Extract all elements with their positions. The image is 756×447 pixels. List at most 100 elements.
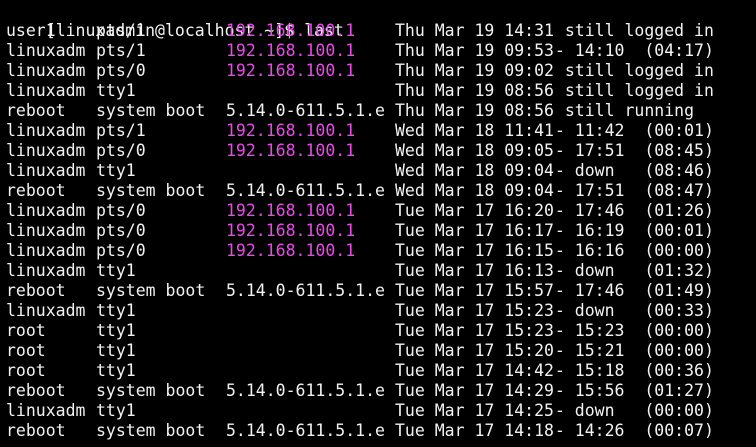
- row-period: - 17:51 (08:47): [545, 181, 714, 200]
- table-row: user1 pts/1 192.168.100.1 Thu Mar 19 14:31 …: [6, 21, 756, 41]
- table-row: linuxadm tty1 Wed Mar 18 09:04 - down (08:…: [6, 161, 756, 181]
- row-date: Thu Mar 19 08:56: [395, 81, 554, 100]
- row-period: - down (00:00): [545, 401, 714, 420]
- row-date: Tue Mar 17 14:18: [395, 421, 554, 440]
- table-row: linuxadm tty1 Tue Mar 17 14:25 - down (00:…: [6, 401, 756, 421]
- row-user: linuxadm: [6, 41, 86, 60]
- row-user: linuxadm: [6, 221, 86, 240]
- row-user: reboot: [6, 101, 66, 120]
- row-tty: tty1: [96, 401, 136, 420]
- row-host: 192.168.100.1: [226, 61, 356, 80]
- row-period: - 16:16 (00:00): [545, 241, 714, 260]
- table-row: linuxadm pts/0 192.168.100.1 Wed Mar 18 09:…: [6, 141, 756, 161]
- table-row: root tty1 Tue Mar 17 14:42 - 15:18 (00:36): [6, 361, 756, 381]
- row-date: Thu Mar 19 09:02: [395, 61, 554, 80]
- terminal-window[interactable]: [linuxadmin@localhost ~]$ last user1 pts/…: [0, 0, 756, 447]
- command-prompt-line: [linuxadmin@localhost ~]$ last: [6, 1, 344, 40]
- row-user: root: [6, 341, 46, 360]
- row-tty: tty1: [96, 301, 136, 320]
- row-user: linuxadm: [6, 161, 86, 180]
- row-tty: system boot: [96, 281, 206, 300]
- row-host: 5.14.0-611.5.1.e: [226, 101, 385, 120]
- row-period: - 15:18 (00:36): [545, 361, 714, 380]
- row-user: reboot: [6, 281, 66, 300]
- row-host: 192.168.100.1: [226, 201, 356, 220]
- row-user: linuxadm: [6, 201, 86, 220]
- row-period: - 17:51 (08:45): [545, 141, 714, 160]
- row-host: 5.14.0-611.5.1.e: [226, 421, 385, 440]
- row-user: linuxadm: [6, 81, 86, 100]
- table-row: reboot system boot 5.14.0-611.5.1.e Wed Mar…: [6, 181, 756, 201]
- row-tty: pts/0: [96, 141, 146, 160]
- table-row: linuxadm pts/0 192.168.100.1 Tue Mar 17 16:…: [6, 221, 756, 241]
- row-user: reboot: [6, 181, 66, 200]
- row-period: - down (01:32): [545, 261, 714, 280]
- table-row: linuxadm tty1 Tue Mar 17 16:13 - down (01:…: [6, 261, 756, 281]
- row-date: Tue Mar 17 15:57: [395, 281, 554, 300]
- row-date: Tue Mar 17 15:23: [395, 301, 554, 320]
- row-tty: tty1: [96, 161, 136, 180]
- row-host: 192.168.100.1: [226, 241, 356, 260]
- row-tty: tty1: [96, 81, 136, 100]
- table-row: linuxadm pts/0 192.168.100.1 Tue Mar 17 16:…: [6, 241, 756, 261]
- row-tty: pts/0: [96, 241, 146, 260]
- row-host: 192.168.100.1: [226, 141, 356, 160]
- row-date: Wed Mar 18 09:04: [395, 181, 554, 200]
- row-user: linuxadm: [6, 61, 86, 80]
- row-period: still logged in: [545, 61, 714, 80]
- row-period: - 14:26 (00:07): [545, 421, 714, 440]
- row-period: - 15:56 (01:27): [545, 381, 714, 400]
- row-date: Tue Mar 17 16:13: [395, 261, 554, 280]
- table-row: reboot system boot 5.14.0-611.5.1.e Tue Mar…: [6, 381, 756, 401]
- row-host: 192.168.100.1: [226, 41, 356, 60]
- row-tty: pts/0: [96, 61, 146, 80]
- row-tty: tty1: [96, 321, 136, 340]
- row-user: user1: [6, 21, 56, 40]
- row-tty: tty1: [96, 341, 136, 360]
- row-date: Tue Mar 17 14:25: [395, 401, 554, 420]
- row-period: - down (08:46): [545, 161, 714, 180]
- row-period: still running: [545, 101, 695, 120]
- table-row: reboot system boot 5.14.0-611.5.1.e Thu Mar…: [6, 101, 756, 121]
- row-period: - 17:46 (01:26): [545, 201, 714, 220]
- table-row: reboot system boot 5.14.0-611.5.1.e Tue Mar…: [6, 281, 756, 301]
- row-tty: system boot: [96, 421, 206, 440]
- table-row: linuxadm tty1 Thu Mar 19 08:56 still logge…: [6, 81, 756, 101]
- table-row: linuxadm pts/1 192.168.100.1 Wed Mar 18 11:…: [6, 121, 756, 141]
- row-user: linuxadm: [6, 241, 86, 260]
- row-user: reboot: [6, 381, 66, 400]
- row-tty: system boot: [96, 381, 206, 400]
- row-date: Wed Mar 18 09:05: [395, 141, 554, 160]
- row-tty: tty1: [96, 361, 136, 380]
- row-period: - 15:21 (00:00): [545, 341, 714, 360]
- row-host: 5.14.0-611.5.1.e: [226, 181, 385, 200]
- row-host: 192.168.100.1: [226, 21, 356, 40]
- row-period: still logged in: [545, 21, 714, 40]
- row-tty: pts/1: [96, 21, 146, 40]
- row-tty: tty1: [96, 261, 136, 280]
- row-date: Tue Mar 17 15:23: [395, 321, 554, 340]
- row-period: - 17:46 (01:49): [545, 281, 714, 300]
- row-user: linuxadm: [6, 141, 86, 160]
- row-period: - 15:23 (00:00): [545, 321, 714, 340]
- row-date: Thu Mar 19 14:31: [395, 21, 554, 40]
- row-tty: pts/0: [96, 201, 146, 220]
- table-row: linuxadm tty1 Tue Mar 17 15:23 - down (00:…: [6, 301, 756, 321]
- row-user: root: [6, 321, 46, 340]
- table-row: linuxadm pts/1 192.168.100.1 Thu Mar 19 09:…: [6, 41, 756, 61]
- row-host: 5.14.0-611.5.1.e: [226, 381, 385, 400]
- row-period: - 11:42 (00:01): [545, 121, 714, 140]
- row-host: 192.168.100.1: [226, 121, 356, 140]
- table-row: reboot system boot 5.14.0-611.5.1.e Tue Mar…: [6, 421, 756, 441]
- row-date: Tue Mar 17 16:17: [395, 221, 554, 240]
- row-date: Tue Mar 17 16:20: [395, 201, 554, 220]
- row-host: 192.168.100.1: [226, 221, 356, 240]
- row-date: Tue Mar 17 14:29: [395, 381, 554, 400]
- row-date: Tue Mar 17 15:20: [395, 341, 554, 360]
- row-date: Wed Mar 18 09:04: [395, 161, 554, 180]
- row-user: root: [6, 361, 46, 380]
- table-row: linuxadm pts/0 192.168.100.1 Tue Mar 17 16:…: [6, 201, 756, 221]
- row-tty: system boot: [96, 101, 206, 120]
- table-row: root tty1 Tue Mar 17 15:20 - 15:21 (00:00): [6, 341, 756, 361]
- table-row: root tty1 Tue Mar 17 15:23 - 15:23 (00:00): [6, 321, 756, 341]
